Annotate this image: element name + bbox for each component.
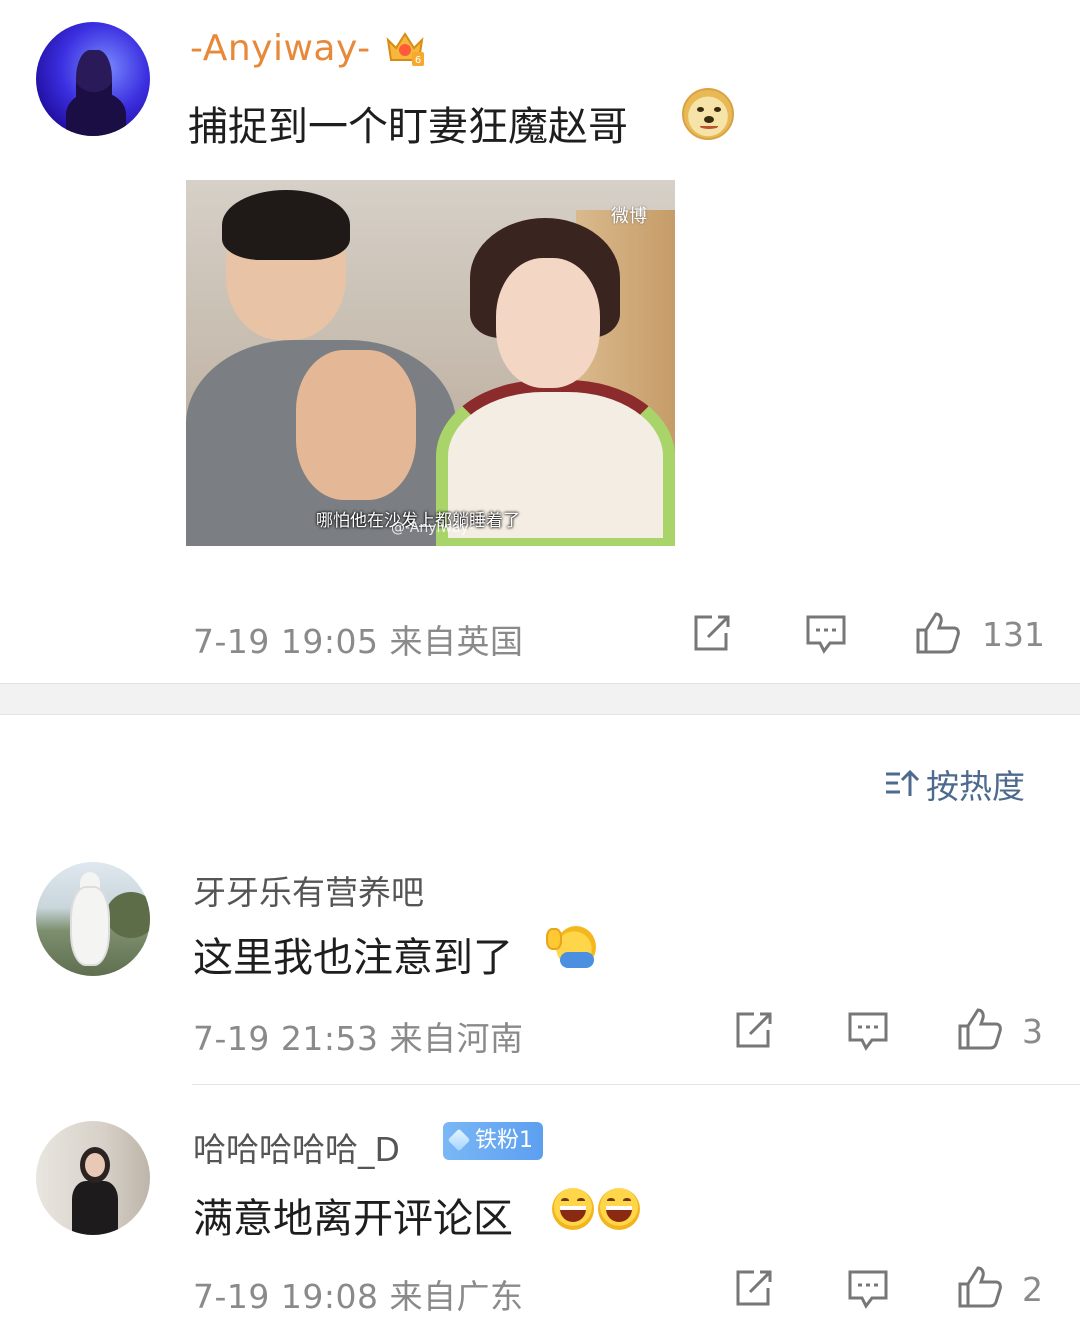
like-icon[interactable] — [956, 1006, 1004, 1052]
comment-1-username[interactable]: 牙牙乐有营养吧 — [193, 866, 424, 914]
main-post-location: 来自英国 — [389, 622, 524, 661]
comment-2-time: 7-19 19:08 — [193, 1277, 379, 1316]
comment-1-like-count: 3 — [1022, 1012, 1043, 1051]
comment-1-location: 来自河南 — [389, 1019, 524, 1058]
laugh-emoji — [598, 1188, 640, 1230]
sort-label: 按热度 — [926, 767, 1025, 806]
comment-2-meta: 7-19 19:08 来自广东 — [193, 1270, 524, 1318]
share-icon[interactable] — [732, 1010, 774, 1052]
main-post-meta: 7-19 19:05 来自英国 — [193, 615, 524, 663]
avatar-main-user[interactable] — [36, 22, 150, 136]
share-icon[interactable] — [690, 613, 732, 655]
diamond-icon — [447, 1128, 471, 1152]
comment-2-text: 满意地离开评论区 — [193, 1196, 513, 1242]
main-like-count: 131 — [982, 615, 1045, 654]
comment-2-location: 来自广东 — [389, 1277, 524, 1316]
comment-2-username[interactable]: 哈哈哈哈哈_D — [193, 1123, 400, 1171]
laugh-emoji — [552, 1188, 594, 1230]
comment-1-meta: 7-19 21:53 来自河南 — [193, 1012, 524, 1060]
share-icon[interactable] — [732, 1268, 774, 1310]
svg-text:6: 6 — [415, 55, 421, 66]
main-post-time: 7-19 19:05 — [193, 622, 379, 661]
comment-icon[interactable] — [804, 613, 848, 657]
like-icon[interactable] — [956, 1264, 1004, 1310]
comment-2-like-count: 2 — [1022, 1270, 1043, 1309]
sort-icon — [884, 767, 920, 806]
main-post-text: 捕捉到一个盯妻狂魔赵哥 — [188, 104, 628, 150]
doge-emoji — [682, 88, 734, 140]
main-username[interactable]: -Anyiway- — [190, 28, 371, 69]
crown-icon: 6 — [384, 26, 426, 68]
fan-badge[interactable]: 铁粉1 — [443, 1122, 543, 1160]
sort-by-heat-button[interactable]: 按热度 — [884, 760, 1025, 808]
comment-1-text: 这里我也注意到了 — [193, 935, 513, 981]
avatar-comment-2[interactable] — [36, 1121, 150, 1235]
comment-1-time: 7-19 21:53 — [193, 1019, 379, 1058]
image-watermark-bottom: @-Anyiway- — [391, 520, 474, 536]
image-watermark-top: 微博 — [611, 206, 647, 227]
comment-icon[interactable] — [846, 1010, 890, 1054]
post-image[interactable]: 微博 哪怕他在沙发上都躺睡着了 @-Anyiway- — [186, 180, 675, 546]
comment-divider — [192, 1084, 1080, 1085]
fan-badge-label: 铁粉1 — [475, 1128, 533, 1153]
comment-icon[interactable] — [846, 1268, 890, 1312]
wave-emoji — [546, 926, 596, 968]
like-icon[interactable] — [914, 610, 962, 656]
section-divider — [0, 683, 1080, 715]
avatar-comment-1[interactable] — [36, 862, 150, 976]
